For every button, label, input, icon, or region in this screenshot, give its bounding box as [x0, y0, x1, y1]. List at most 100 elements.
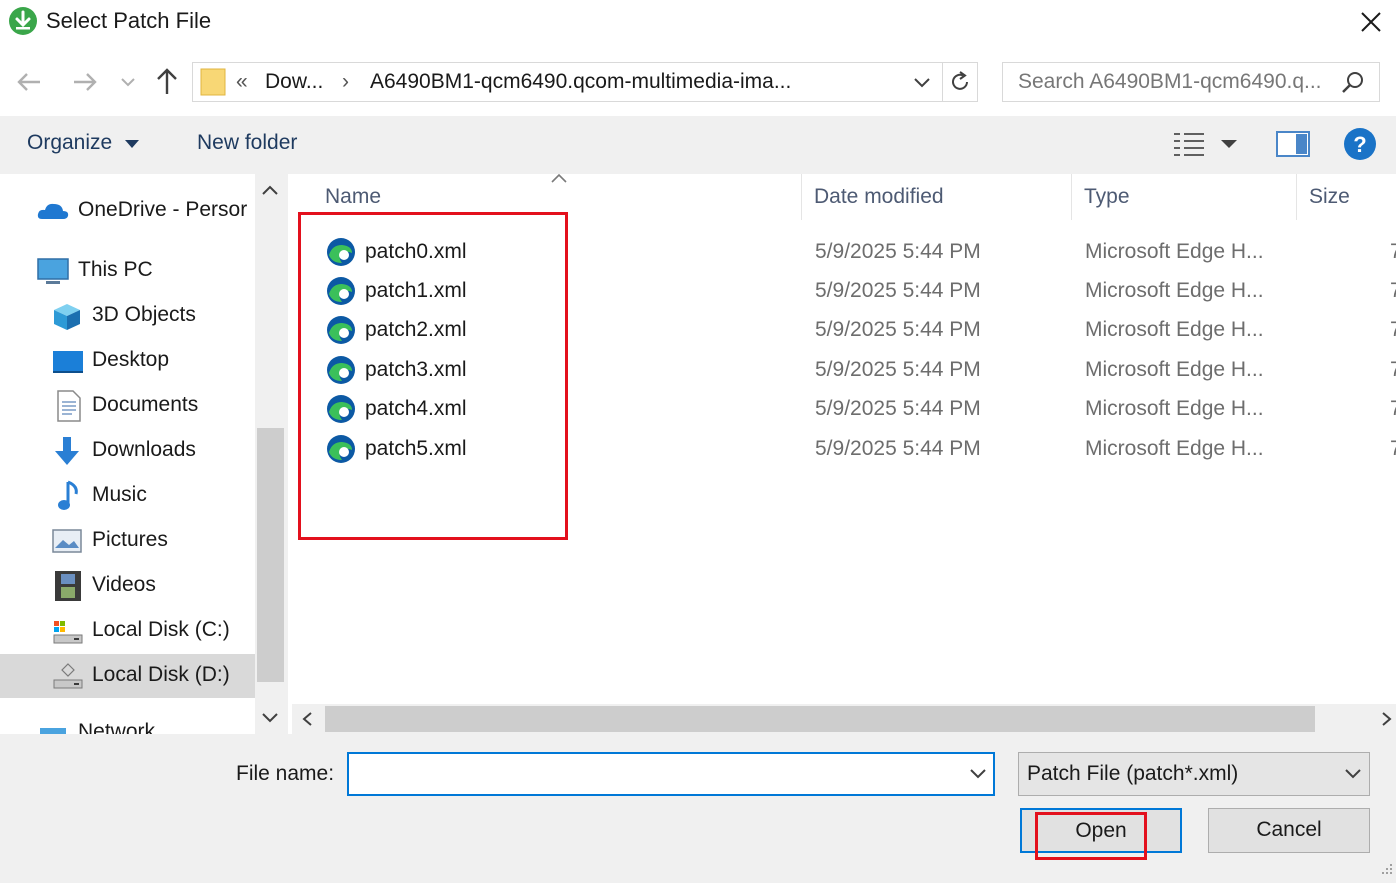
breadcrumb-separator[interactable]: ›	[342, 70, 349, 94]
open-button[interactable]: Open	[1020, 808, 1182, 853]
sidebar-item-label: Documents	[92, 393, 199, 416]
column-header-name[interactable]: Name	[325, 185, 381, 209]
file-date-modified: 5/9/2025 5:44 PM	[815, 318, 981, 341]
table-row[interactable]: patch3.xml 5/9/2025 5:44 PM Microsoft Ed…	[318, 351, 1396, 390]
picture-icon	[52, 529, 82, 553]
sidebar-item-onedrive[interactable]: OneDrive - Persor	[0, 189, 255, 233]
help-icon[interactable]: ?	[1343, 127, 1377, 161]
file-name: patch2.xml	[365, 318, 467, 341]
file-date-modified: 5/9/2025 5:44 PM	[815, 358, 981, 381]
edge-browser-icon	[327, 435, 355, 463]
address-divider	[942, 62, 943, 102]
address-dropdown-chevron-icon[interactable]	[912, 76, 932, 90]
column-header-type[interactable]: Type	[1084, 185, 1130, 209]
edge-browser-icon	[327, 238, 355, 266]
music-note-icon	[58, 480, 78, 510]
cancel-button[interactable]: Cancel	[1208, 808, 1370, 853]
forward-arrow-icon[interactable]	[70, 68, 100, 96]
sidebar-item-pictures[interactable]: Pictures	[0, 519, 255, 563]
sidebar-item-network[interactable]: Network	[0, 714, 255, 734]
file-size: 7	[1390, 397, 1396, 420]
new-folder-button[interactable]: New folder	[197, 131, 297, 155]
sidebar-item-music[interactable]: Music	[0, 474, 255, 518]
close-icon[interactable]	[1352, 4, 1390, 40]
file-name-input[interactable]	[347, 752, 995, 796]
sidebar-item-local-disk-d[interactable]: Local Disk (D:)	[0, 654, 255, 698]
breadcrumb-current-folder[interactable]: A6490BM1-qcm6490.qcom-multimedia-ima...	[370, 70, 791, 94]
sidebar-item-label: Videos	[92, 573, 156, 596]
network-icon	[40, 728, 66, 734]
file-type: Microsoft Edge H...	[1085, 437, 1264, 460]
column-header-date-modified[interactable]: Date modified	[814, 185, 944, 209]
sidebar-item-label: This PC	[78, 258, 153, 281]
file-name: patch3.xml	[365, 358, 467, 381]
back-arrow-icon[interactable]	[14, 68, 44, 96]
download-arrow-icon	[55, 437, 79, 465]
view-details-icon[interactable]	[1172, 130, 1206, 158]
organize-button[interactable]: Organize	[27, 131, 112, 155]
table-row[interactable]: patch4.xml 5/9/2025 5:44 PM Microsoft Ed…	[318, 390, 1396, 429]
column-separator[interactable]	[1296, 174, 1297, 220]
file-type: Microsoft Edge H...	[1085, 240, 1264, 263]
file-size: 7	[1390, 279, 1396, 302]
search-icon[interactable]	[1340, 70, 1366, 96]
download-circle-icon	[9, 7, 37, 35]
column-separator[interactable]	[1071, 174, 1072, 220]
file-size: 7	[1390, 240, 1396, 263]
refresh-icon[interactable]	[948, 70, 972, 94]
open-button-label: Open	[1075, 819, 1127, 842]
recent-locations-chevron-icon[interactable]	[120, 76, 136, 88]
cancel-button-label: Cancel	[1256, 818, 1322, 841]
file-date-modified: 5/9/2025 5:44 PM	[815, 397, 981, 420]
file-type: Microsoft Edge H...	[1085, 397, 1264, 420]
breadcrumb-downloads[interactable]: Dow...	[265, 70, 323, 94]
table-row[interactable]: patch5.xml 5/9/2025 5:44 PM Microsoft Ed…	[318, 430, 1396, 469]
file-size: 7	[1390, 358, 1396, 381]
sidebar-item-label: Local Disk (C:)	[92, 618, 230, 641]
file-date-modified: 5/9/2025 5:44 PM	[815, 279, 981, 302]
view-options-dropdown-icon[interactable]	[1220, 139, 1238, 149]
scroll-down-icon[interactable]	[260, 710, 280, 726]
filter-dropdown-chevron-icon[interactable]	[1343, 767, 1363, 781]
sidebar-item-label: Pictures	[92, 528, 168, 551]
document-icon	[57, 390, 81, 422]
file-type-filter-select[interactable]: Patch File (patch*.xml)	[1018, 752, 1370, 796]
address-overflow[interactable]: «	[236, 70, 248, 94]
up-arrow-icon[interactable]	[154, 66, 180, 96]
sidebar-item-videos[interactable]: Videos	[0, 564, 255, 608]
search-placeholder[interactable]: Search A6490BM1-qcm6490.q...	[1018, 70, 1322, 94]
column-header-size[interactable]: Size	[1309, 185, 1350, 209]
preview-pane-icon[interactable]	[1276, 131, 1310, 157]
file-name-dropdown-chevron-icon[interactable]	[968, 767, 988, 781]
resize-grip-icon[interactable]	[1380, 862, 1394, 876]
scroll-left-icon[interactable]	[298, 710, 318, 728]
table-row[interactable]: patch0.xml 5/9/2025 5:44 PM Microsoft Ed…	[318, 233, 1396, 272]
sidebar-item-downloads[interactable]: Downloads	[0, 429, 255, 473]
scroll-up-icon[interactable]	[260, 182, 280, 198]
file-type: Microsoft Edge H...	[1085, 358, 1264, 381]
file-name: patch4.xml	[365, 397, 467, 420]
file-list-scroll-thumb[interactable]	[325, 706, 1315, 732]
table-row[interactable]: patch1.xml 5/9/2025 5:44 PM Microsoft Ed…	[318, 272, 1396, 311]
sidebar-item-documents[interactable]: Documents	[0, 384, 255, 428]
table-row[interactable]: patch2.xml 5/9/2025 5:44 PM Microsoft Ed…	[318, 311, 1396, 350]
sidebar-item-this-pc[interactable]: This PC	[0, 249, 255, 293]
window-title: Select Patch File	[46, 8, 212, 33]
sidebar-item-local-disk-c[interactable]: Local Disk (C:)	[0, 609, 255, 653]
sidebar-item-desktop[interactable]: Desktop	[0, 339, 255, 383]
sidebar-item-label: Music	[92, 483, 147, 506]
sidebar-item-3d-objects[interactable]: 3D Objects	[0, 294, 255, 338]
sort-ascending-icon	[551, 173, 567, 183]
svg-text:?: ?	[1353, 132, 1366, 157]
navigation-pane-scroll-thumb[interactable]	[257, 428, 284, 682]
organize-dropdown-icon[interactable]	[124, 139, 140, 149]
column-separator[interactable]	[801, 174, 802, 220]
file-date-modified: 5/9/2025 5:44 PM	[815, 240, 981, 263]
sidebar-item-label: 3D Objects	[92, 303, 196, 326]
cube-icon	[54, 304, 80, 330]
sidebar-item-label: OneDrive - Persor	[78, 198, 248, 221]
sidebar-item-label: Network	[78, 720, 156, 734]
file-size: 7	[1390, 318, 1396, 341]
sidebar-item-label: Downloads	[92, 438, 196, 461]
scroll-right-icon[interactable]	[1376, 710, 1396, 728]
